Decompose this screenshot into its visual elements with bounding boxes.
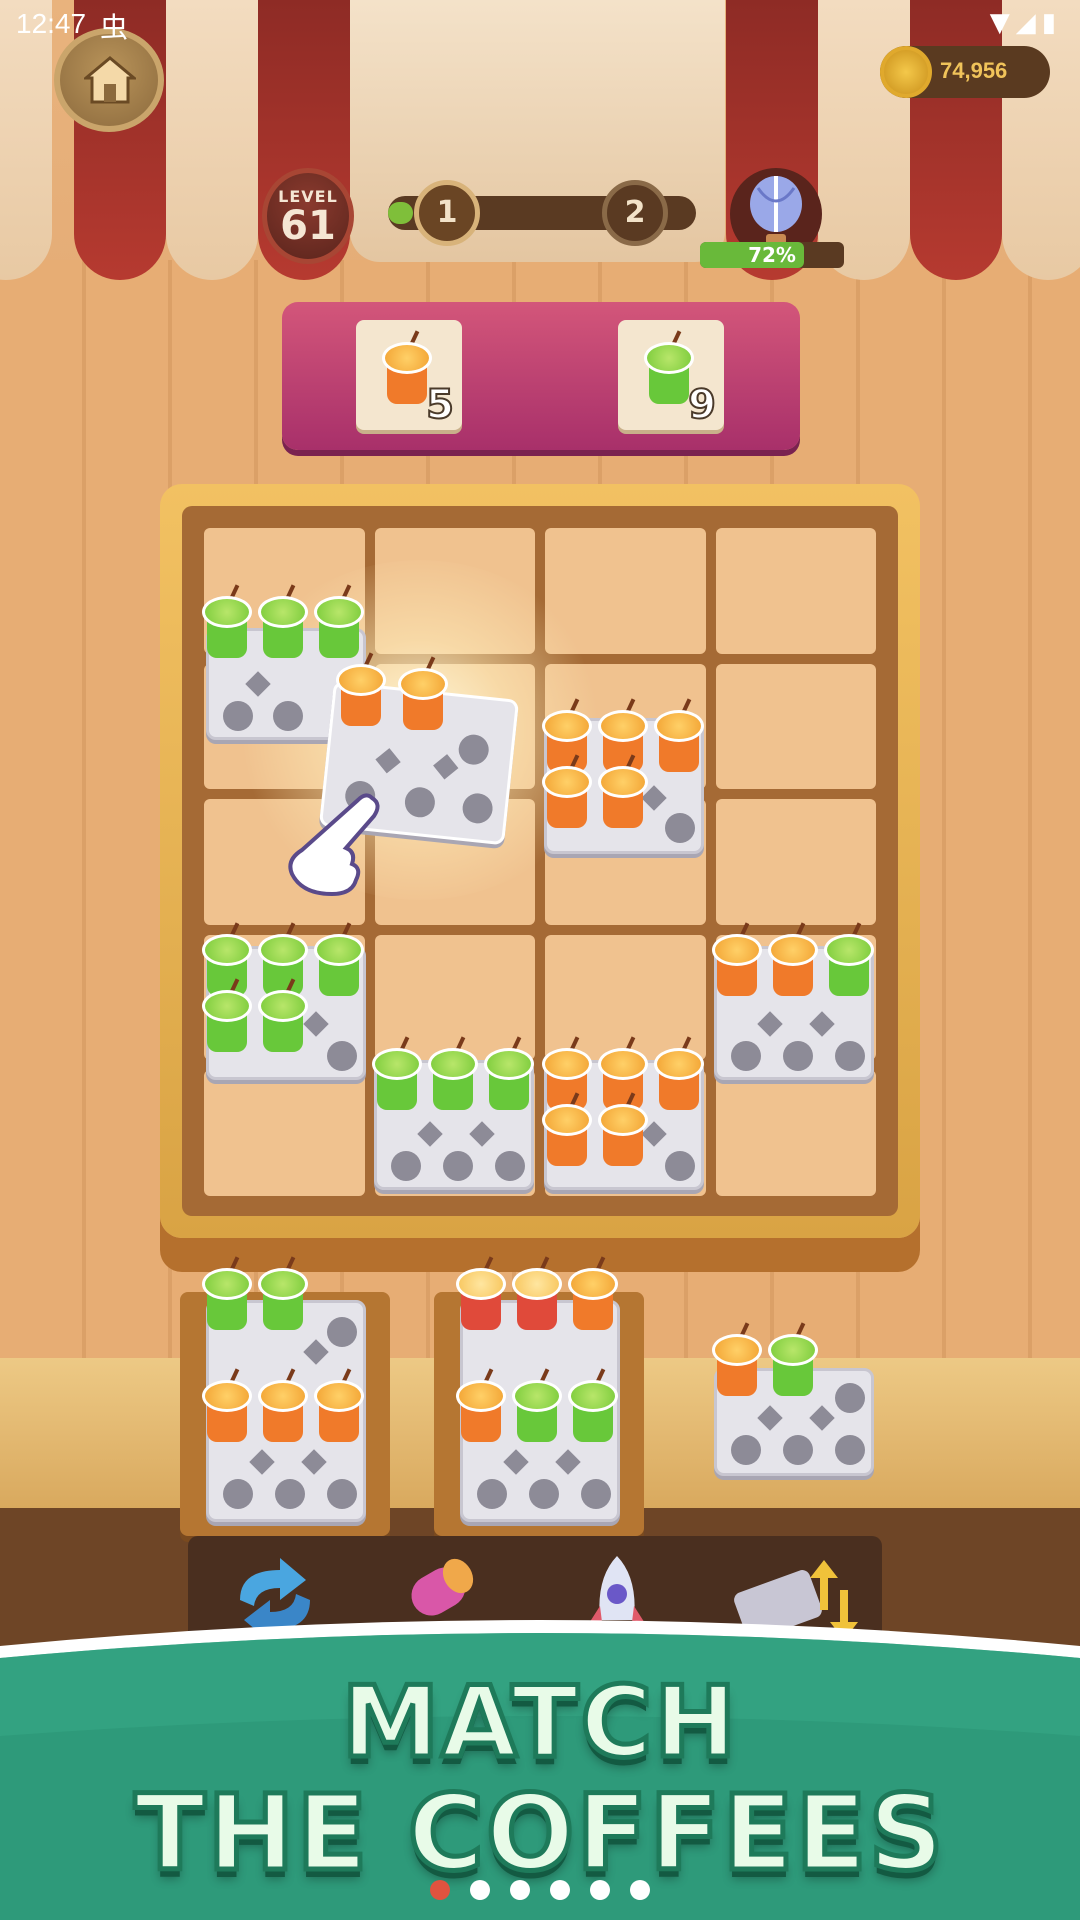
page-dot[interactable]: [430, 1880, 450, 1900]
orange-juice-cup: [456, 1368, 506, 1444]
signal-icon: ◢: [1015, 8, 1042, 38]
board-cell[interactable]: [715, 663, 876, 790]
orange-juice-cup: [202, 1368, 252, 1444]
orange-juice-cup: [568, 1256, 618, 1332]
orange-juice-cup: [542, 754, 592, 830]
reward-progress-text: 72%: [748, 243, 796, 267]
stage-progress-fill: [388, 202, 413, 224]
orange-juice-cup: [542, 1092, 592, 1168]
orange-juice-cup: [598, 698, 648, 774]
coin-icon: [880, 46, 932, 98]
page-dot[interactable]: [590, 1880, 610, 1900]
mojito-cup: [768, 1322, 818, 1398]
orange-juice-icon: [382, 330, 432, 406]
mojito-cup: [202, 978, 252, 1054]
orange-juice-cup: [398, 656, 448, 732]
order-card-mojito: 9: [618, 320, 724, 430]
status-time: 12:47: [16, 8, 87, 39]
mojito-cup: [484, 1036, 534, 1112]
mojito-cup: [314, 584, 364, 660]
headline-line-1: MATCH: [339, 1664, 739, 1783]
mojito-cup: [202, 1256, 252, 1332]
board-cell[interactable]: [374, 934, 535, 1061]
cherry-cup: [512, 1256, 562, 1332]
mojito-cup: [258, 1256, 308, 1332]
board-cell[interactable]: [204, 1070, 365, 1196]
board-cell[interactable]: [715, 528, 876, 654]
wifi-icon: ▼: [989, 8, 1016, 38]
stage-progress-bar: 1 2: [388, 180, 696, 246]
orange-juice-cup: [314, 1368, 364, 1444]
level-badge: LEVEL 61: [262, 168, 354, 264]
orange-juice-cup: [542, 1036, 592, 1112]
mojito-cup: [258, 584, 308, 660]
orange-juice-cup: [712, 1322, 762, 1398]
milestone-next: 2: [602, 180, 668, 246]
headline-line-2: THE COFFEES: [132, 1770, 946, 1897]
cherry-cup: [456, 1256, 506, 1332]
board-cell[interactable]: [715, 1070, 876, 1196]
mojito-cup: [568, 1368, 618, 1444]
orange-juice-cup: [654, 1036, 704, 1112]
mojito-cup: [314, 922, 364, 998]
mojito-cup: [258, 978, 308, 1054]
mojito-cup: [824, 922, 874, 998]
orange-juice-cup: [598, 1036, 648, 1112]
page-dot[interactable]: [630, 1880, 650, 1900]
hot-air-balloon-icon: [750, 176, 802, 246]
milestone-current: 1: [414, 180, 480, 246]
mojito-cup: [428, 1036, 478, 1112]
orange-juice-cup: [654, 698, 704, 774]
board-cell[interactable]: [545, 934, 706, 1061]
mojito-icon: [644, 330, 694, 406]
system-icons: ▼◢▮: [990, 8, 1062, 38]
board-cell[interactable]: [715, 799, 876, 925]
mojito-cup: [258, 922, 308, 998]
mojito-cup: [202, 922, 252, 998]
bug-icon: 虫: [100, 11, 129, 44]
pointing-hand-icon: [288, 793, 380, 897]
orange-juice-cup: [258, 1368, 308, 1444]
house-icon: [84, 56, 136, 104]
coin-amount: 74,956: [940, 58, 1008, 83]
mojito-cup: [512, 1368, 562, 1444]
page-dot[interactable]: [550, 1880, 570, 1900]
battery-icon: ▮: [1041, 8, 1062, 38]
mojito-cup: [372, 1036, 422, 1112]
promo-banner: MATCH THE COFFEES: [0, 1616, 1080, 1920]
status-bar: 12:47 虫 ▼◢▮: [0, 0, 1080, 48]
page-dot[interactable]: [510, 1880, 530, 1900]
orange-juice-cup: [336, 652, 386, 728]
page-dot[interactable]: [470, 1880, 490, 1900]
level-number: 61: [280, 203, 336, 249]
orange-juice-cup: [598, 754, 648, 830]
order-board: 5 9: [282, 302, 800, 450]
orange-juice-cup: [598, 1092, 648, 1168]
order-card-orange: 5: [356, 320, 462, 430]
page-indicator: [430, 1880, 650, 1904]
reward-progress-bar: 72%: [700, 242, 844, 268]
orange-juice-cup: [712, 922, 762, 998]
orange-juice-cup: [768, 922, 818, 998]
coin-counter[interactable]: 74,956: [880, 46, 1050, 98]
mojito-cup: [202, 584, 252, 660]
orange-juice-cup: [542, 698, 592, 774]
